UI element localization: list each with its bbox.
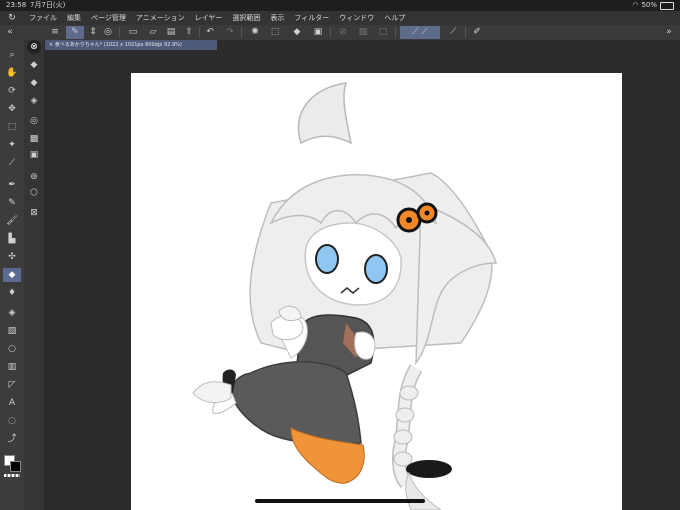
select-rect-icon[interactable]: ⬚ xyxy=(3,120,21,134)
menu-file[interactable]: ファイル xyxy=(24,13,62,23)
stroke-ruler-icon[interactable]: ⟋ xyxy=(412,27,418,37)
collapse-icon[interactable]: « xyxy=(3,26,17,39)
menu-animation[interactable]: アニメーション xyxy=(131,13,190,23)
magic-wand-icon[interactable]: ✦ xyxy=(3,138,21,152)
battery-percent: 50% xyxy=(641,1,657,9)
pen-tool-icon[interactable]: ✎ xyxy=(66,26,84,39)
airbrush-icon[interactable]: ▙ xyxy=(3,232,21,246)
eraser-icon[interactable]: ◆ xyxy=(3,268,21,282)
menu-selection[interactable]: 選択範囲 xyxy=(227,13,265,23)
zoom-icon[interactable]: ⌕ xyxy=(3,48,21,62)
menu-window[interactable]: ウィンドウ xyxy=(334,13,379,23)
drawing-canvas[interactable] xyxy=(131,73,622,510)
brush-icon[interactable]: 🖌 xyxy=(3,214,21,228)
status-date: 7月7日(火) xyxy=(30,1,66,9)
frame-icon[interactable]: □ xyxy=(376,26,390,39)
stroke-ruler-alt-icon[interactable]: ⟋ xyxy=(421,27,427,37)
hand-icon[interactable]: ✋ xyxy=(3,66,21,80)
edit-icon[interactable]: ✐ xyxy=(470,26,484,39)
fill-ref-icon[interactable]: ▩ xyxy=(26,132,42,146)
fill-layer-icon[interactable]: ▣ xyxy=(26,148,42,162)
canvas-area[interactable] xyxy=(44,50,680,510)
upload-icon[interactable]: ⇧ xyxy=(182,26,196,39)
new-file-icon[interactable]: ▭ xyxy=(126,26,140,39)
menu-view[interactable]: 表示 xyxy=(265,13,289,23)
updown-icon[interactable]: ⇕ xyxy=(86,26,100,39)
ruler-icon[interactable]: ▨ xyxy=(356,26,370,39)
document-tab[interactable]: × 食べるあかりちゃん* (1022 x 1021px 600dpi 92.9%… xyxy=(45,40,217,50)
subtool-palette: ⊗ ◆ ◆ ◈ ◎ ▩ ▣ ⊚ ⬡ ⊠ xyxy=(24,40,45,510)
menu-edit[interactable]: 編集 xyxy=(62,13,86,23)
command-bar: « ≡ ✎ ⇕ ◎ ▭ ▱ ▤ ⇧ ↶ ↷ ✺ ⬚ ◆ ▣ ⊘ ▨ □ ⟋ ⟋ … xyxy=(0,25,680,41)
fill-icon[interactable]: ◆ xyxy=(290,26,304,39)
menu-help[interactable]: ヘルプ xyxy=(379,13,410,23)
gradient-icon[interactable]: ▧ xyxy=(3,324,21,338)
menu-page[interactable]: ページ管理 xyxy=(86,13,131,23)
stamp-icon[interactable]: ◎ xyxy=(101,26,115,39)
correction-line-icon[interactable]: ⤴ xyxy=(3,432,21,446)
lasso-fill-icon[interactable]: ⊗ xyxy=(27,40,41,54)
expand-panel-icon[interactable]: » xyxy=(662,26,676,39)
battery-icon xyxy=(660,1,674,10)
figure-icon[interactable]: ○ xyxy=(3,342,21,356)
frame-border-icon[interactable]: ▥ xyxy=(3,360,21,374)
menu-bar: ↻ ファイル 編集 ページ管理 アニメーション レイヤー 選択範囲 表示 フィル… xyxy=(0,11,680,25)
rotate-icon[interactable]: ⟳ xyxy=(3,84,21,98)
crop-icon[interactable]: ▣ xyxy=(311,26,325,39)
stroke-ruler-group[interactable]: ⟋ ⟋ xyxy=(400,26,440,39)
ruler-icon[interactable]: ◸ xyxy=(3,378,21,392)
artwork-illustration xyxy=(192,82,497,510)
app-logo-icon[interactable]: ↻ xyxy=(0,13,24,23)
status-time: 23:58 xyxy=(6,1,27,9)
document-tabbar: × 食べるあかりちゃん* (1022 x 1021px 600dpi 92.9%… xyxy=(44,40,680,50)
menu-layer[interactable]: レイヤー xyxy=(190,13,228,23)
fill-bucket-icon[interactable]: ◆ xyxy=(26,58,42,72)
transform-icon[interactable]: ✺ xyxy=(248,26,262,39)
transparent-icon[interactable]: ⊠ xyxy=(26,206,42,220)
save-icon[interactable]: ▤ xyxy=(164,26,178,39)
close-gap-fill-icon[interactable]: ◆ xyxy=(26,76,42,90)
eyedropper-icon[interactable]: ⟋ xyxy=(3,156,21,170)
sub-color-swatch[interactable] xyxy=(10,461,21,472)
redo-icon[interactable]: ↷ xyxy=(223,26,237,39)
deselect-icon[interactable]: ⬚ xyxy=(268,26,282,39)
transparent-color-swatch[interactable] xyxy=(4,474,20,477)
undo-icon[interactable]: ↶ xyxy=(203,26,217,39)
balloon-icon[interactable]: ◌ xyxy=(3,414,21,428)
menu-icon[interactable]: ≡ xyxy=(48,26,62,39)
fill-icon[interactable]: ◈ xyxy=(3,306,21,320)
layer-icon[interactable]: ⬡ xyxy=(26,186,42,200)
status-right: ◠ 50% xyxy=(632,0,674,11)
blend-icon[interactable]: ♦ xyxy=(3,286,21,300)
pen-icon[interactable]: ✒ xyxy=(3,178,21,192)
move-icon[interactable]: ✥ xyxy=(3,102,21,116)
menu-filter[interactable]: フィルター xyxy=(289,13,334,23)
paint-unfilled-icon[interactable]: ◈ xyxy=(26,94,42,108)
pencil-icon[interactable]: ✎ xyxy=(3,196,21,210)
text-icon[interactable]: A xyxy=(3,396,21,410)
tool-palette: ⌕ ✋ ⟳ ✥ ⬚ ✦ ⟋ ✒ ✎ 🖌 ▙ ✣ ◆ ♦ ◈ ▧ ○ ▥ ◸ A … xyxy=(0,40,25,510)
open-icon[interactable]: ▱ xyxy=(146,26,160,39)
pen-settings-icon[interactable]: ⟋ xyxy=(446,26,460,39)
reference-layer-icon[interactable]: ⊚ xyxy=(26,170,42,184)
home-indicator xyxy=(255,499,425,503)
status-bar: 23:58 7月7日(火) ◠ 50% xyxy=(0,0,680,11)
wifi-icon: ◠ xyxy=(632,1,639,9)
ruler-snap-icon[interactable]: ⊘ xyxy=(336,26,350,39)
enclose-fill-icon[interactable]: ◎ xyxy=(26,114,42,128)
decoration-icon[interactable]: ✣ xyxy=(3,250,21,264)
